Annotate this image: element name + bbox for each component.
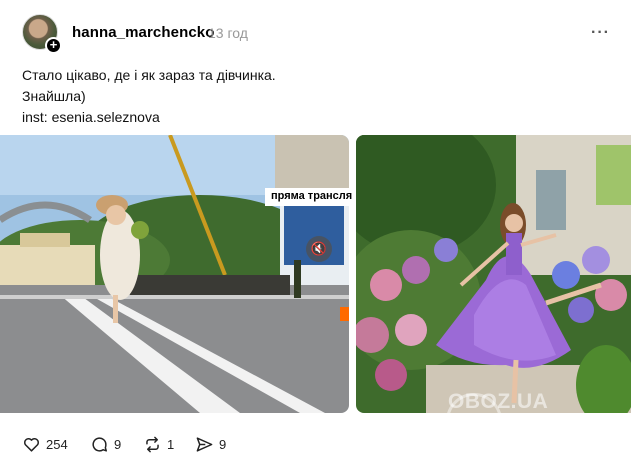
post-text-line: Стало цікаво, де і як зараз та дівчинка. bbox=[22, 67, 276, 83]
like-count: 254 bbox=[46, 436, 68, 452]
post-text-line: inst: esenia.seleznova bbox=[22, 109, 160, 125]
watermark-layer: OBOZ.UA bbox=[356, 135, 631, 413]
mute-toggle-button[interactable]: 🔇 bbox=[306, 236, 332, 262]
share-button[interactable]: 9 bbox=[195, 434, 226, 454]
post-text-line: Знайшла) bbox=[22, 88, 86, 104]
post-video[interactable] bbox=[0, 135, 349, 413]
like-button[interactable]: 254 bbox=[22, 434, 68, 454]
watermark: OBOZ.UA bbox=[448, 390, 549, 413]
repost-count: 1 bbox=[167, 436, 175, 452]
threads-post: + hanna_marchencko 13 год ··· Стало ціка… bbox=[0, 0, 631, 462]
follow-plus-icon[interactable]: + bbox=[45, 37, 62, 54]
send-icon bbox=[196, 436, 213, 452]
reply-button[interactable]: 9 bbox=[90, 434, 121, 454]
live-broadcast-label: пряма трансля bbox=[265, 188, 359, 206]
reply-count: 9 bbox=[114, 436, 122, 452]
post-time: 13 год bbox=[208, 25, 248, 41]
avatar[interactable]: + bbox=[22, 14, 62, 54]
speaker-muted-icon: 🔇 bbox=[310, 241, 328, 256]
share-count: 9 bbox=[219, 436, 227, 452]
repost-button[interactable]: 1 bbox=[143, 434, 174, 454]
repost-icon bbox=[146, 436, 159, 452]
live-indicator bbox=[340, 307, 349, 321]
comment-icon bbox=[92, 436, 107, 452]
heart-icon bbox=[24, 437, 39, 452]
username[interactable]: hanna_marchencko bbox=[72, 24, 215, 41]
more-options-button[interactable]: ··· bbox=[591, 24, 610, 42]
parade-scene-image bbox=[0, 135, 349, 413]
